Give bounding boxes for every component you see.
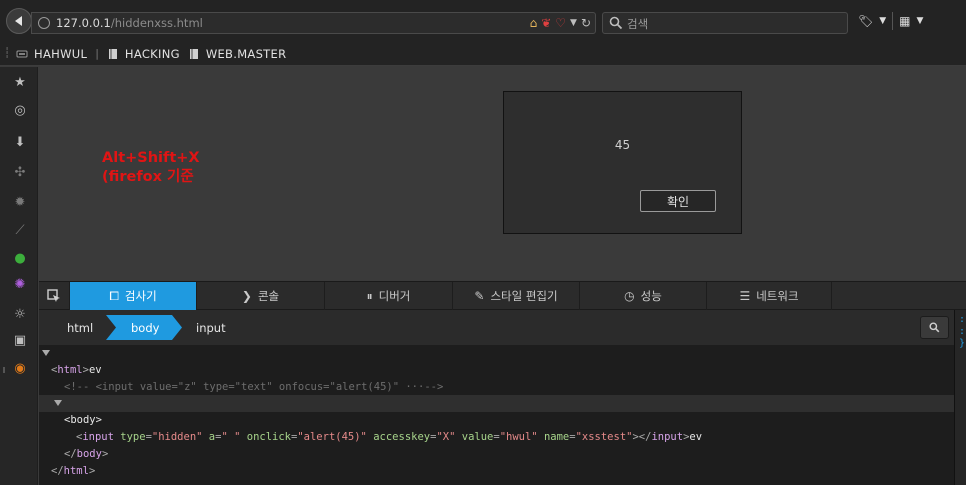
bookmark-label: HAHWUL <box>34 46 88 61</box>
folder-icon <box>108 48 117 59</box>
bookmark-label: WEB.MASTER <box>205 46 287 61</box>
tab-performance[interactable]: ◷ 성능 <box>580 282 707 310</box>
tab-debugger[interactable]: ⏸ 디버거 <box>325 282 453 310</box>
back-button[interactable] <box>6 8 32 34</box>
search-bar[interactable]: 검색 <box>602 12 848 34</box>
rules-side-panel: ::} <box>954 310 966 485</box>
search-icon <box>609 16 623 30</box>
markup-line-body-close[interactable]: </body> <box>39 429 954 460</box>
collapse-arrow-icon[interactable] <box>42 350 50 356</box>
alert-dialog: 45 확인 <box>503 91 742 234</box>
debugger-icon: ⏸ <box>366 288 373 303</box>
tag-icon[interactable]: 🏷︎ <box>858 14 873 28</box>
bookmark-hacking[interactable]: HACKING <box>107 47 180 61</box>
url-path: /hiddenxss.html <box>110 16 203 30</box>
hackbar-icon[interactable]: ▣ <box>11 331 29 349</box>
dropdown-arrow-icon[interactable]: ▼ <box>570 15 577 31</box>
bookmark-label: HACKING <box>124 46 180 61</box>
tab-label: 스타일 편집기 <box>490 289 558 303</box>
markup-line-body[interactable]: <body> <box>39 395 954 426</box>
markup-view: <html>ev <!-- <input value="z" type="tex… <box>39 345 954 485</box>
element-picker-button[interactable] <box>39 282 70 310</box>
download-icon[interactable]: ⬇ <box>11 133 29 151</box>
search-placeholder: 검색 <box>627 17 649 31</box>
folder-icon <box>189 48 198 59</box>
shortcut-hint: Alt+Shift+X (firefox 기준 <box>102 149 200 187</box>
hint-line-1: Alt+Shift+X <box>102 150 200 166</box>
chili-icon[interactable]: ❦ <box>541 15 551 31</box>
purple-extension-icon[interactable]: ✺ <box>11 275 29 293</box>
style-editor-icon: ✎ <box>474 289 485 303</box>
sidebar-grip <box>3 367 5 373</box>
green-extension-icon[interactable]: ● <box>11 249 29 267</box>
devtools-toolbar: ⧠ 검사기 ❯ 콘솔 ⏸ 디버거 ✎ 스타일 편집기 ◷ 성능 ☰ 네트워크 <box>39 281 966 310</box>
url-actions: ⌂ ❦ ♡ ▼ ↻ <box>530 15 591 31</box>
search-icon <box>929 322 940 333</box>
tab-style-editor[interactable]: ✎ 스타일 편집기 <box>453 282 580 310</box>
markup-line-comment[interactable]: <!-- <input value="z" type="text" onfocu… <box>39 362 954 393</box>
alert-message: 45 <box>614 138 631 152</box>
toolbar-separator <box>892 12 894 30</box>
url-text[interactable]: 127.0.0.1/hiddenxss.html <box>56 16 203 30</box>
collapse-arrow-icon[interactable] <box>54 400 62 406</box>
tab-console[interactable]: ❯ 콘솔 <box>197 282 325 310</box>
gear-icon[interactable]: ✹ <box>11 193 29 211</box>
url-bar[interactable]: 127.0.0.1/hiddenxss.html ⌂ ❦ ♡ ▼ ↻ <box>31 12 596 34</box>
tab-label: 성능 <box>640 289 662 303</box>
toolbar-right: 🏷︎ ▼ ▦ ▼ <box>858 12 923 30</box>
tab-network[interactable]: ☰ 네트워크 <box>707 282 832 310</box>
page-content: Alt+Shift+X (firefox 기준 45 확인 <box>39 67 966 281</box>
pocket-icon[interactable]: ♡ <box>555 15 566 31</box>
url-host: 127.0.0.1 <box>56 16 111 30</box>
site-icon <box>16 50 28 57</box>
network-icon: ☰ <box>739 289 751 303</box>
globe-icon <box>38 17 50 29</box>
orange-extension-icon[interactable]: ◉ <box>11 359 29 377</box>
breadcrumb-html[interactable]: html <box>67 317 93 339</box>
tab-label: 네트워크 <box>756 289 799 303</box>
browser-window: 127.0.0.1/hiddenxss.html ⌂ ❦ ♡ ▼ ↻ 검색 🏷︎… <box>0 0 966 485</box>
picker-icon <box>47 289 60 302</box>
navigation-bar: 127.0.0.1/hiddenxss.html ⌂ ❦ ♡ ▼ ↻ 검색 🏷︎… <box>0 0 966 42</box>
back-arrow-icon <box>15 16 22 26</box>
markup-search-button[interactable] <box>920 316 949 339</box>
extension-icon[interactable]: ▦ <box>899 14 910 28</box>
spiral-icon[interactable]: ☼ <box>11 305 29 323</box>
grip-icon: ┆ <box>4 48 11 59</box>
breadcrumb-input[interactable]: input <box>196 317 226 339</box>
markup-line-input[interactable]: <input type="hidden" a=" " onclick="aler… <box>39 412 954 443</box>
hint-line-2: (firefox 기준 <box>102 169 194 185</box>
markup-line-html[interactable]: <html>ev <box>39 345 954 376</box>
tab-label: 디버거 <box>378 289 411 303</box>
console-icon: ❯ <box>241 289 252 303</box>
bookmark-separator: | <box>95 47 99 60</box>
markup-line-html-close[interactable]: </html> <box>39 446 954 477</box>
dropdown-arrow-icon[interactable]: ▼ <box>879 16 886 26</box>
breadcrumb-body[interactable]: body <box>131 317 159 339</box>
tab-label: 콘솔 <box>257 289 280 303</box>
tab-inspector[interactable]: ⧠ 검사기 <box>70 282 197 310</box>
bookmark-web-master[interactable]: WEB.MASTER <box>188 47 287 61</box>
bookmark-hahwul[interactable]: HAHWUL <box>16 47 87 61</box>
reload-icon[interactable]: ↻ <box>581 15 591 31</box>
alert-ok-button[interactable]: 확인 <box>640 190 716 212</box>
brush-icon[interactable]: ⟋ <box>11 221 29 239</box>
sidebar: ★ ◎ ⬇ ✣ ✹ ⟋ ● ✺ ☼ ▣ ◉ <box>0 67 38 485</box>
addon-icon[interactable]: ✣ <box>11 163 29 181</box>
star-icon[interactable]: ★ <box>11 73 29 91</box>
inspector-icon: ⧠ <box>109 288 119 303</box>
performance-icon: ◷ <box>624 289 635 303</box>
markup-line-head[interactable]: <head></head> <box>39 378 954 409</box>
tab-label: 검사기 <box>124 289 157 303</box>
history-icon[interactable]: ◎ <box>11 101 29 119</box>
breadcrumb: html body input <box>39 310 954 345</box>
side-panel-glyphs: ::} <box>959 314 966 349</box>
bookmarks-bar: ┆ HAHWUL | HACKING WEB.MASTER <box>0 42 966 66</box>
dropdown-arrow-icon[interactable]: ▼ <box>917 16 924 26</box>
home-icon[interactable]: ⌂ <box>530 15 538 31</box>
